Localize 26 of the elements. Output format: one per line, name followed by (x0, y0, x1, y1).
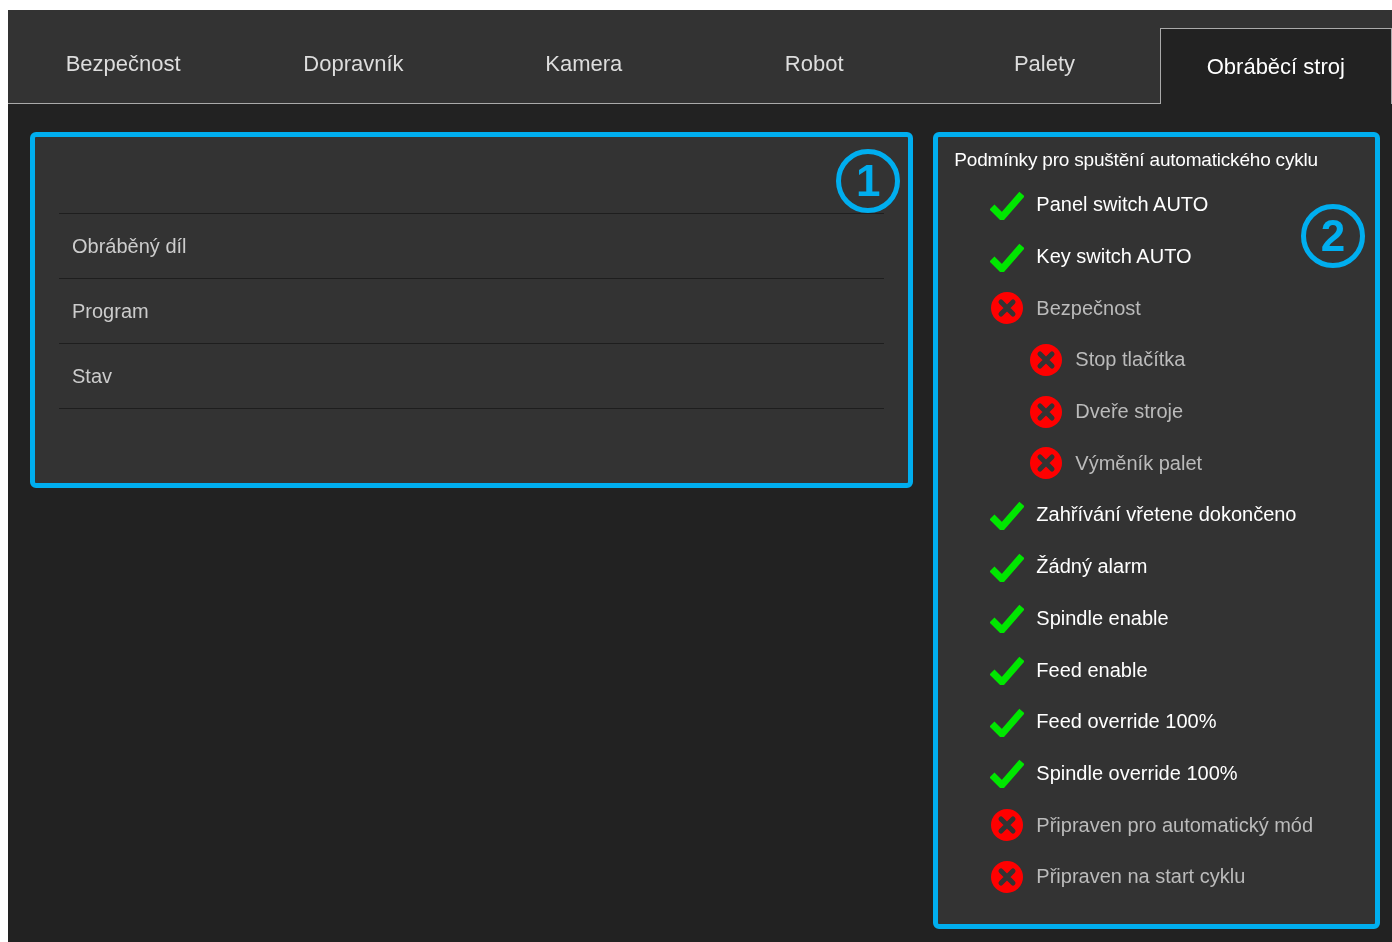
condition-label: Spindle enable (1036, 606, 1169, 630)
condition-label: Feed enable (1036, 658, 1148, 682)
panel-title: Podmínky pro spuštění automatického cyklu (954, 149, 1319, 171)
tab[interactable]: Obráběcí stroj (1159, 28, 1392, 104)
condition-label: Spindle override 100% (1036, 761, 1238, 785)
row-label: Program (72, 299, 149, 323)
condition-label: Key switch AUTO (1036, 245, 1192, 269)
condition-label: Panel switch AUTO (1036, 193, 1209, 217)
number-badge: 2 (1301, 204, 1365, 268)
tab[interactable]: Kamera (468, 10, 699, 103)
condition-label: Výměník palet (1075, 451, 1203, 475)
condition-label: Připraven pro automatický mód (1036, 813, 1314, 837)
tab[interactable]: Robot (699, 10, 930, 103)
number-badge: 1 (836, 149, 901, 213)
tab[interactable]: Dopravník (238, 10, 469, 103)
row-label: Stav (72, 364, 113, 388)
row-label: Obráběný díl (72, 234, 187, 258)
condition-label: Zahřívání vřetene dokončeno (1036, 503, 1297, 527)
condition-label: Dveře stroje (1075, 400, 1184, 424)
condition-label: Bezpečnost (1036, 296, 1141, 320)
condition-label: Žádný alarm (1036, 555, 1148, 579)
condition-label: Stop tlačítka (1075, 348, 1186, 372)
tab[interactable]: Bezpečnost (8, 10, 239, 103)
condition-label: Feed override 100% (1036, 710, 1217, 734)
condition-label: Připraven na start cyklu (1036, 865, 1246, 889)
tab[interactable]: Palety (929, 10, 1160, 103)
